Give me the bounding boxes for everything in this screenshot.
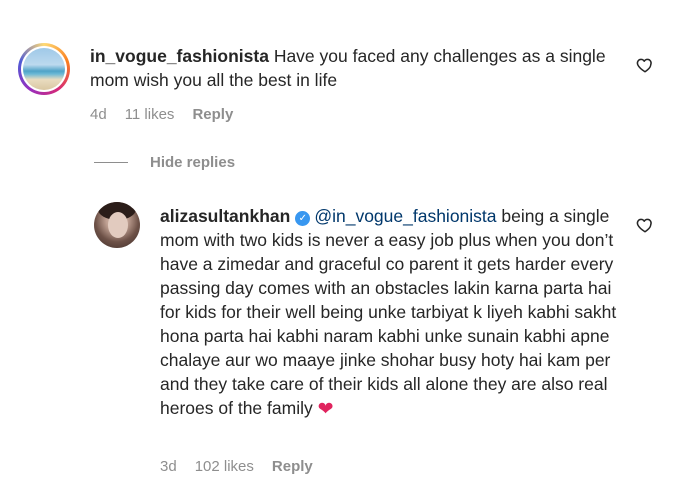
mention-link[interactable]: @in_vogue_fashionista — [314, 206, 496, 226]
avatar-frame — [21, 46, 67, 92]
timestamp[interactable]: 3d — [160, 458, 177, 475]
avatar[interactable] — [94, 202, 140, 248]
reply-button[interactable]: Reply — [192, 106, 233, 123]
reply-aliza: alizasultankhan ✓ @in_vogue_fashionista be… — [94, 200, 668, 475]
comment-text-block: in_vogue_fashionista Have you faced any … — [90, 44, 610, 92]
comment-in-vogue: in_vogue_fashionista Have you faced any … — [18, 40, 668, 130]
comment-meta: 4d 11 likes Reply — [90, 106, 233, 123]
username[interactable]: in_vogue_fashionista — [90, 46, 269, 66]
heart-icon[interactable] — [636, 216, 654, 234]
hide-replies-label: Hide replies — [150, 154, 236, 171]
reply-button[interactable]: Reply — [272, 458, 313, 475]
likes-count[interactable]: 11 likes — [125, 106, 175, 123]
verified-badge-icon: ✓ — [295, 211, 311, 226]
avatar[interactable] — [18, 43, 70, 95]
comment-text: being a single mom with two kids is neve… — [160, 206, 617, 418]
comment-meta: 3d 102 likes Reply — [160, 458, 313, 475]
username[interactable]: alizasultankhan — [160, 206, 290, 226]
divider-line — [94, 162, 128, 163]
red-heart-emoji-icon: ❤ — [317, 399, 334, 420]
beach-avatar-image — [23, 48, 65, 90]
heart-icon[interactable] — [636, 56, 654, 74]
hide-replies-toggle[interactable]: Hide replies — [94, 154, 235, 171]
avatar-face — [108, 212, 128, 238]
comment-text-block: alizasultankhan ✓ @in_vogue_fashionista be… — [160, 204, 630, 422]
timestamp[interactable]: 4d — [90, 106, 107, 123]
likes-count[interactable]: 102 likes — [195, 458, 254, 475]
